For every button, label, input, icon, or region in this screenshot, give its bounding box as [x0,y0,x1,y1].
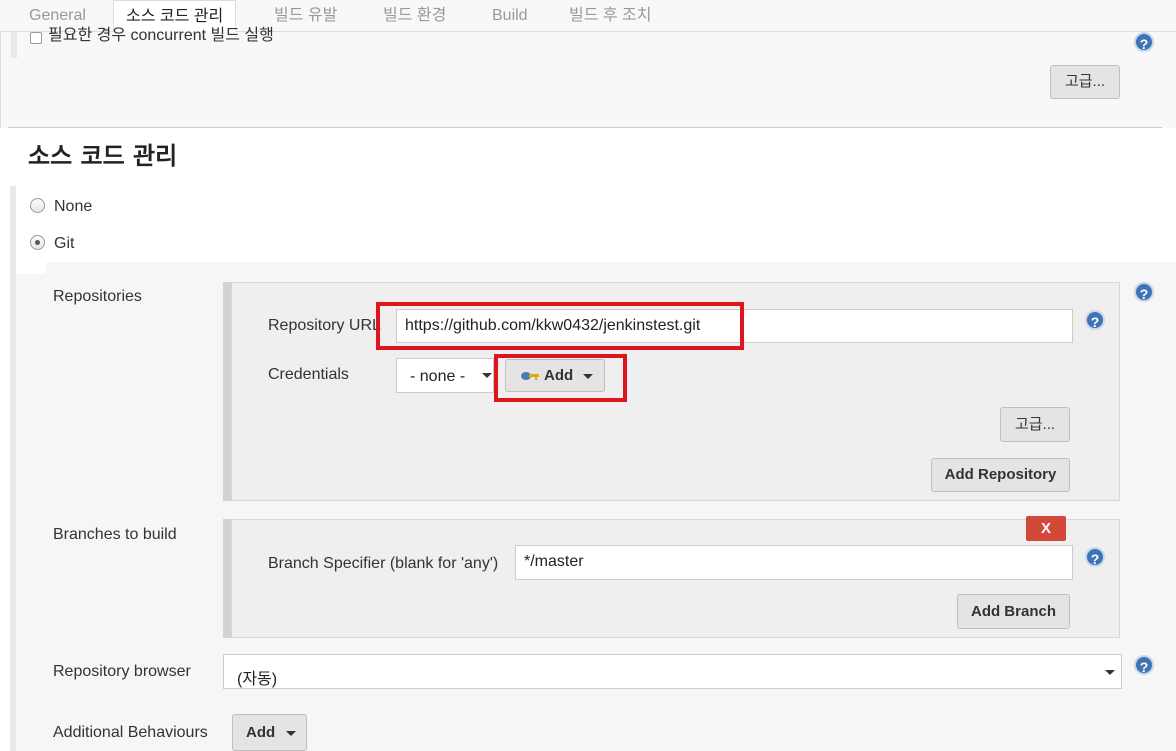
section-indent-bar [11,32,17,58]
page-title: 소스 코드 관리 [28,142,178,170]
git-area-notch [16,262,46,274]
section-divider [8,127,1162,128]
branch-specifier-input[interactable]: */master [515,545,1073,580]
branch-specifier-help-icon[interactable]: ? [1085,547,1105,567]
tab-build[interactable]: Build [492,0,528,32]
repository-advanced-button[interactable]: 고급... [1000,407,1070,442]
branch-specifier-label: Branch Specifier (blank for 'any') [268,555,499,572]
repository-browser-select[interactable]: (자동) [223,654,1122,689]
additional-behaviours-label: Additional Behaviours [53,724,208,741]
tab-build-environment[interactable]: 빌드 환경 [383,0,446,32]
additional-add-label: Add [246,724,276,741]
scm-none-label: None [54,198,93,215]
scm-git-label: Git [54,235,75,252]
tab-post-build[interactable]: 빌드 후 조치 [569,0,652,32]
repositories-help-icon[interactable]: ? [1134,282,1154,302]
additional-behaviours-add-button[interactable]: Add [232,714,307,751]
repositories-bar [223,282,231,501]
repository-url-label: Repository URL [268,317,381,334]
credentials-select[interactable]: - none - [396,358,494,393]
credentials-add-highlight [494,354,627,402]
tab-build-triggers[interactable]: 빌드 유발 [274,0,337,32]
repository-browser-value: (자동) [237,671,278,688]
repository-url-highlight [376,302,744,350]
repository-url-help-icon[interactable]: ? [1085,310,1105,330]
concurrent-help-icon[interactable]: ? [1134,32,1154,52]
chevron-down-icon [482,373,492,378]
add-branch-button[interactable]: Add Branch [957,594,1070,629]
repositories-label: Repositories [53,288,142,305]
repository-browser-help-icon[interactable]: ? [1134,655,1154,675]
concurrent-build-checkbox[interactable] [30,32,42,44]
repository-browser-label: Repository browser [53,663,191,680]
credentials-value: - none - [410,368,466,385]
general-section-tail [0,32,1176,128]
add-repository-button[interactable]: Add Repository [931,458,1070,492]
branches-bar [223,519,231,638]
delete-branch-button[interactable]: X [1026,516,1066,541]
scm-git-radio[interactable] [30,235,45,250]
scm-none-radio[interactable] [30,198,45,213]
chevron-down-icon [286,731,296,736]
general-advanced-button[interactable]: 고급... [1050,65,1120,99]
concurrent-build-label: 필요한 경우 concurrent 빌드 실행 [48,27,274,42]
branches-label: Branches to build [53,526,177,543]
chevron-down-icon [1105,670,1115,675]
credentials-label: Credentials [268,366,349,383]
